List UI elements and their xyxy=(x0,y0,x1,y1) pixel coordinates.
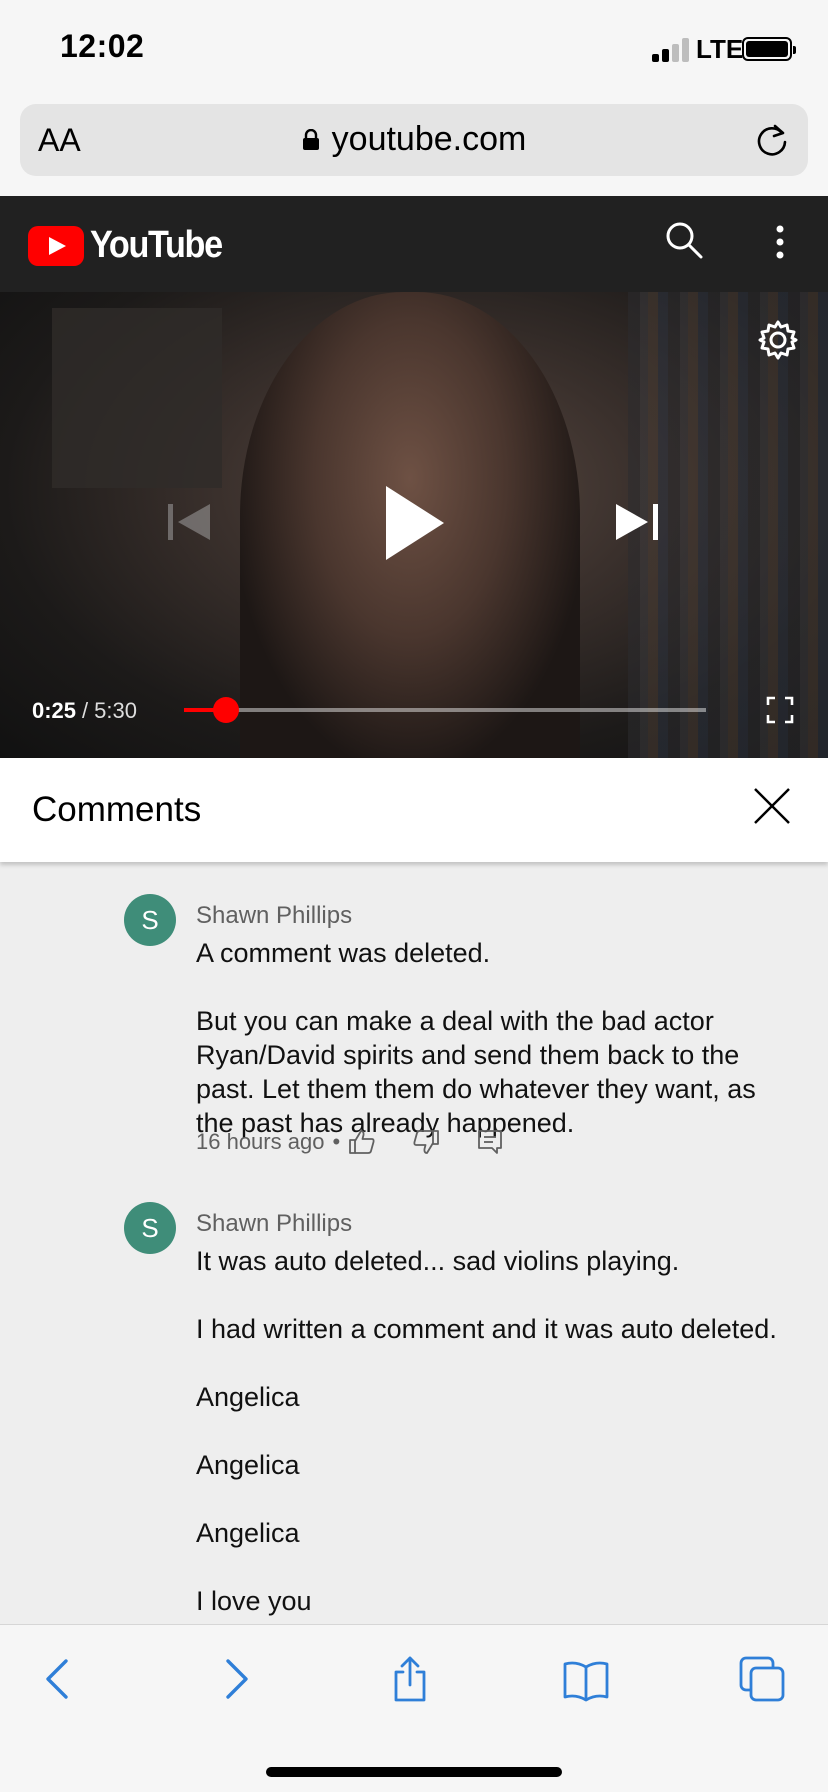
comment-paragraph: Angelica xyxy=(196,1382,300,1412)
comment-paragraph: A comment was deleted. xyxy=(196,938,491,968)
bookmarks-icon[interactable] xyxy=(562,1655,610,1703)
comment-author[interactable]: Shawn Phillips xyxy=(196,902,352,930)
progress-bar[interactable] xyxy=(184,697,706,723)
fullscreen-icon[interactable] xyxy=(766,696,794,724)
browser-toolbar xyxy=(0,1624,828,1792)
comment-paragraph: I love you xyxy=(196,1586,312,1616)
comment-paragraph: Angelica xyxy=(196,1450,300,1480)
youtube-logo-text: YouTube xyxy=(90,224,223,266)
back-icon[interactable] xyxy=(34,1655,82,1703)
comments-header: Comments xyxy=(0,758,828,862)
status-time: 12:02 xyxy=(60,28,145,64)
avatar[interactable]: S xyxy=(124,894,176,946)
reply-icon[interactable] xyxy=(476,1128,504,1156)
play-icon[interactable] xyxy=(382,484,446,562)
settings-gear-icon[interactable] xyxy=(756,318,800,362)
previous-video-icon[interactable] xyxy=(166,502,212,542)
comment-paragraph: It was auto deleted... sad violins playi… xyxy=(196,1246,680,1276)
battery-icon xyxy=(742,37,796,61)
reload-icon[interactable] xyxy=(754,122,790,158)
more-options-icon[interactable] xyxy=(772,222,788,262)
video-player[interactable]: 0:25/5:30 xyxy=(0,292,828,758)
search-icon[interactable] xyxy=(664,220,704,260)
address-bar[interactable]: AA youtube.com xyxy=(20,104,808,176)
home-indicator[interactable] xyxy=(266,1767,562,1777)
tabs-icon[interactable] xyxy=(738,1655,786,1703)
meta-separator-dot: • xyxy=(332,1129,341,1154)
avatar[interactable]: S xyxy=(124,1202,176,1254)
forward-icon[interactable] xyxy=(212,1655,260,1703)
time-separator: / xyxy=(82,698,89,723)
comments-list[interactable]: S Shawn Phillips A comment was deleted. … xyxy=(0,862,828,1624)
video-frame-background xyxy=(52,308,222,488)
network-type: LTE xyxy=(696,34,744,64)
current-time: 0:25 xyxy=(32,698,77,723)
comment-timestamp: 16 hours ago xyxy=(196,1129,325,1154)
youtube-logo[interactable]: YouTube xyxy=(28,224,236,267)
signal-strength-icon xyxy=(652,38,690,62)
share-icon[interactable] xyxy=(386,1655,434,1703)
close-icon[interactable] xyxy=(752,786,792,826)
progress-scrubber-handle[interactable] xyxy=(212,697,239,723)
comment-meta: 16 hours ago • xyxy=(196,1128,504,1156)
next-video-icon[interactable] xyxy=(614,502,660,542)
status-bar: 12:02 LTE xyxy=(0,0,828,100)
url-field[interactable]: youtube.com xyxy=(20,120,808,159)
comments-title: Comments xyxy=(32,790,202,829)
comment-body: It was auto deleted... sad violins playi… xyxy=(196,1244,796,1624)
youtube-header: YouTube xyxy=(0,196,828,292)
comment-author[interactable]: Shawn Phillips xyxy=(196,1210,352,1238)
thumbs-down-icon[interactable] xyxy=(412,1128,440,1156)
total-time: 5:30 xyxy=(94,698,137,723)
time-display: 0:25/5:30 xyxy=(32,698,137,724)
thumbs-up-icon[interactable] xyxy=(348,1128,376,1156)
comment-paragraph: I had written a comment and it was auto … xyxy=(196,1314,777,1344)
lock-icon xyxy=(302,129,319,150)
comment-paragraph: But you can make a deal with the bad act… xyxy=(196,1006,756,1138)
comment-paragraph: Angelica xyxy=(196,1518,300,1548)
url-text: youtube.com xyxy=(331,120,527,158)
youtube-play-badge-icon xyxy=(28,225,84,266)
